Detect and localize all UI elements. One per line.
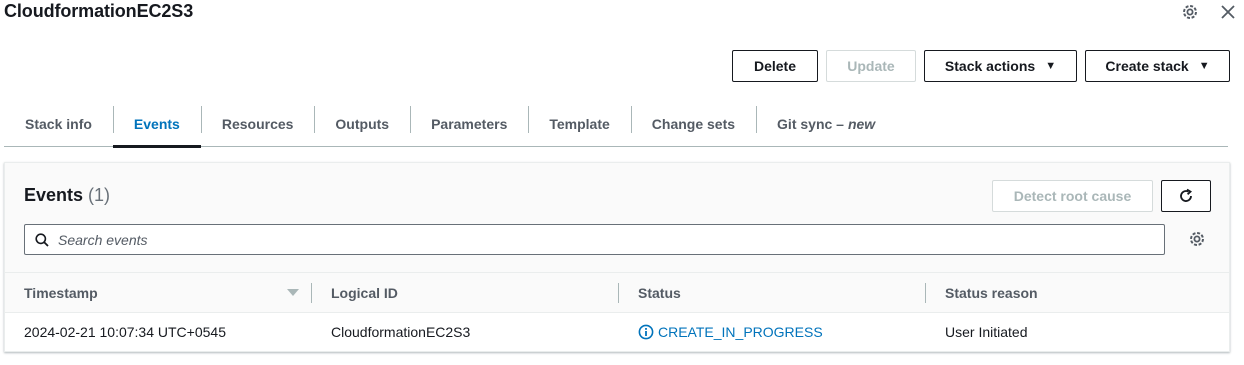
delete-button[interactable]: Delete: [732, 50, 818, 82]
tab-label: Outputs: [335, 115, 390, 132]
events-title: Events (1): [24, 185, 110, 206]
create-stack-button[interactable]: Create stack ▼: [1085, 50, 1230, 82]
table-header: Timestamp Logical ID Status Status reaso…: [5, 273, 1229, 313]
events-panel: Events (1) Detect root cause Timestamp L…: [4, 162, 1230, 352]
preferences-gear-icon[interactable]: [1188, 230, 1208, 250]
cell-logical-id: CloudformationEC2S3: [331, 324, 471, 340]
events-count: (1): [88, 185, 111, 205]
stack-actions-button[interactable]: Stack actions ▼: [924, 50, 1077, 82]
tab-stack-info[interactable]: Stack info: [4, 100, 113, 147]
tab-parameters[interactable]: Parameters: [410, 100, 528, 147]
column-divider[interactable]: [925, 283, 926, 303]
search-icon: [35, 232, 49, 247]
gear-icon[interactable]: [1180, 2, 1200, 22]
column-divider[interactable]: [311, 283, 312, 303]
tab-label: Git sync –: [777, 115, 844, 132]
column-header-logical-id[interactable]: Logical ID: [331, 273, 398, 313]
search-field: [24, 224, 1165, 255]
update-button-label: Update: [847, 58, 895, 74]
column-header-status-reason[interactable]: Status reason: [945, 273, 1038, 313]
detect-root-cause-button[interactable]: Detect root cause: [992, 180, 1153, 212]
table-row: 2024-02-21 10:07:34 UTC+0545 Cloudformat…: [5, 313, 1229, 351]
tab-resources[interactable]: Resources: [200, 100, 315, 147]
update-button[interactable]: Update: [826, 50, 916, 82]
close-icon[interactable]: [1218, 2, 1238, 22]
page-title: CloudformationEC2S3: [4, 1, 194, 21]
tab-label: Parameters: [431, 115, 508, 132]
tab-template[interactable]: Template: [528, 100, 630, 147]
search-input[interactable]: [58, 231, 1138, 248]
events-title-text: Events: [24, 185, 84, 205]
tab-outputs[interactable]: Outputs: [314, 100, 410, 147]
new-badge: new: [847, 115, 876, 132]
delete-button-label: Delete: [753, 58, 797, 74]
refresh-icon: [1180, 188, 1192, 202]
sort-down-icon[interactable]: [287, 289, 299, 296]
column-divider[interactable]: [618, 283, 619, 303]
tab-events[interactable]: Events: [112, 100, 201, 148]
caret-down-icon: ▼: [1045, 60, 1057, 72]
tab-label: Resources: [221, 115, 294, 132]
caret-down-icon: ▼: [1198, 60, 1210, 72]
stack-actions-label: Stack actions: [944, 58, 1036, 74]
tab-change-sets[interactable]: Change sets: [630, 100, 756, 147]
stack-actions-bar: Delete Update Stack actions ▼ Create stac…: [732, 50, 1230, 82]
refresh-button[interactable]: [1161, 180, 1211, 212]
status-text: CREATE_IN_PROGRESS: [658, 324, 823, 340]
tab-label: Template: [549, 115, 610, 132]
tab-git-sync[interactable]: Git sync – new: [756, 100, 896, 147]
column-header-status[interactable]: Status: [638, 273, 681, 313]
tab-label: Stack info: [25, 115, 92, 132]
tab-label: Events: [133, 115, 180, 132]
cell-status: CREATE_IN_PROGRESS: [638, 313, 823, 351]
tab-label: Change sets: [651, 115, 736, 132]
stack-tabs: Stack info Events Resources Outputs Para…: [4, 100, 1228, 148]
detect-root-cause-label: Detect root cause: [1013, 188, 1132, 204]
cell-status-reason: User Initiated: [945, 324, 1028, 340]
cell-timestamp: 2024-02-21 10:07:34 UTC+0545: [24, 324, 226, 340]
info-icon: [638, 324, 654, 340]
events-panel-header: Events (1) Detect root cause: [5, 163, 1229, 273]
create-stack-label: Create stack: [1105, 58, 1189, 74]
top-icons: [1180, 2, 1238, 22]
column-header-timestamp[interactable]: Timestamp: [24, 273, 98, 313]
